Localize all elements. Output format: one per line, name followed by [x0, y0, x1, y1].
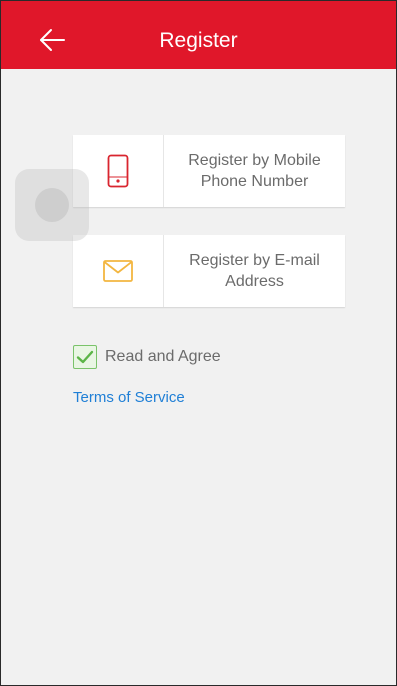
mobile-phone-icon: [107, 154, 129, 188]
agreement-row: Read and Agree: [73, 345, 221, 369]
terms-of-service-link[interactable]: Terms of Service: [73, 389, 185, 406]
checkmark-icon: [76, 350, 94, 364]
page-title: Register: [159, 29, 238, 52]
register-by-mobile-button[interactable]: Register by Mobile Phone Number: [73, 135, 345, 207]
app-screen: Register Register by Mobile Phone Number…: [0, 0, 397, 686]
top-bar: Register: [1, 1, 396, 69]
envelope-icon: [103, 260, 133, 282]
agree-checkbox[interactable]: [73, 345, 97, 369]
register-by-email-button[interactable]: Register by E-mail Address: [73, 235, 345, 307]
register-by-mobile-label: Register by Mobile Phone Number: [188, 152, 321, 190]
option-icon-cell: [73, 235, 164, 307]
register-by-email-label: Register by E-mail Address: [189, 252, 320, 290]
agree-label: Read and Agree: [105, 348, 221, 365]
assistive-touch-icon: [35, 188, 69, 222]
assistive-touch-button[interactable]: [15, 169, 89, 241]
